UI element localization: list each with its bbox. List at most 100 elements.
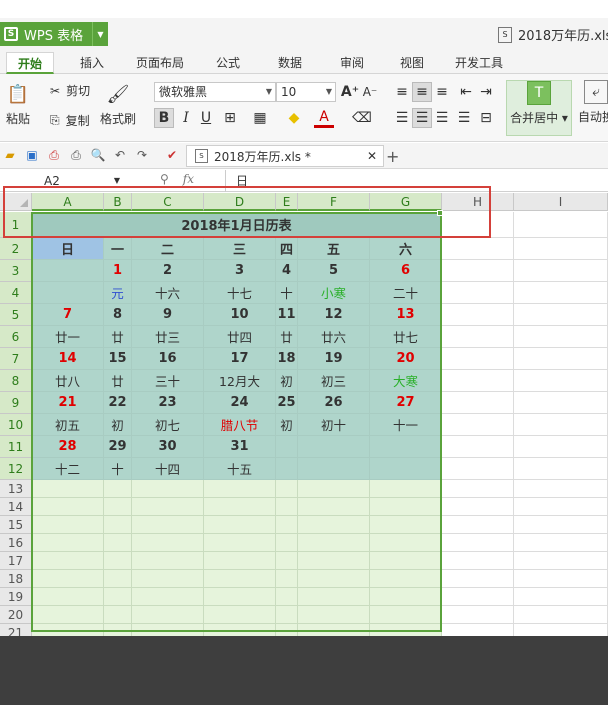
cell[interactable] <box>442 458 514 480</box>
cut-button[interactable]: ✂ 剪切 <box>50 82 90 99</box>
row-header-20[interactable]: 20 <box>0 606 32 624</box>
lunar-date-cell[interactable]: 廿四 <box>204 326 276 348</box>
cell[interactable] <box>204 588 276 606</box>
cell[interactable] <box>370 624 442 636</box>
cell[interactable] <box>298 534 370 552</box>
cell[interactable] <box>276 606 298 624</box>
calendar-day-cell[interactable]: 28 <box>32 436 104 458</box>
export-pdf-icon[interactable]: ⎙ <box>46 147 62 163</box>
cell[interactable] <box>442 534 514 552</box>
name-box[interactable]: A2 ▼ <box>0 172 122 190</box>
calendar-day-cell[interactable]: 29 <box>104 436 132 458</box>
cell[interactable] <box>276 552 298 570</box>
cell[interactable] <box>514 282 608 304</box>
lunar-date-cell[interactable]: 初 <box>104 414 132 436</box>
lunar-date-cell[interactable]: 12月大 <box>204 370 276 392</box>
cell[interactable] <box>32 516 104 534</box>
fill-pattern-icon[interactable]: ▦ <box>250 108 270 128</box>
cell[interactable] <box>514 212 608 238</box>
cell[interactable] <box>32 552 104 570</box>
spreadsheet-grid[interactable]: ABCDEFGHI 1 2 3 4 5 6 7 8 9 10 11 12 13 14 15 16 17 18 19 2… <box>0 193 608 636</box>
cell[interactable] <box>442 304 514 326</box>
cell[interactable] <box>298 624 370 636</box>
lunar-date-cell[interactable]: 元 <box>104 282 132 304</box>
calendar-day-cell[interactable]: 19 <box>298 348 370 370</box>
cell[interactable] <box>132 624 204 636</box>
cell[interactable] <box>276 624 298 636</box>
weekday-header[interactable]: 六 <box>370 238 442 260</box>
row-header-3[interactable]: 3 <box>0 260 32 282</box>
cell[interactable] <box>442 260 514 282</box>
calendar-day-cell[interactable]: 13 <box>370 304 442 326</box>
calendar-day-cell[interactable]: 26 <box>298 392 370 414</box>
weekday-header[interactable]: 三 <box>204 238 276 260</box>
tab-insert[interactable]: 插入 <box>70 52 114 74</box>
cell[interactable] <box>32 588 104 606</box>
cell[interactable] <box>514 552 608 570</box>
cell[interactable] <box>514 624 608 636</box>
row-header-8[interactable]: 8 <box>0 370 32 392</box>
italic-icon[interactable]: I <box>176 108 196 128</box>
new-tab-icon[interactable]: + <box>386 147 399 166</box>
cell[interactable] <box>298 606 370 624</box>
customize-icon[interactable]: ✔ <box>164 147 180 163</box>
cell[interactable] <box>442 370 514 392</box>
calendar-day-cell[interactable]: 18 <box>276 348 298 370</box>
undo-icon[interactable]: ↶ <box>112 147 128 163</box>
calendar-day-cell[interactable]: 5 <box>298 260 370 282</box>
align-top-icon[interactable]: ≡ <box>392 82 412 102</box>
cell[interactable] <box>442 392 514 414</box>
cell[interactable] <box>104 516 132 534</box>
indent-increase-icon[interactable]: ⇥ <box>476 82 496 102</box>
lunar-date-cell[interactable]: 十六 <box>132 282 204 304</box>
calendar-day-cell[interactable]: 30 <box>132 436 204 458</box>
calendar-day-cell[interactable]: 2 <box>132 260 204 282</box>
row-header-15[interactable]: 15 <box>0 516 32 534</box>
cell[interactable] <box>104 606 132 624</box>
cell[interactable] <box>514 570 608 588</box>
calendar-day-cell[interactable]: 16 <box>132 348 204 370</box>
cell[interactable] <box>32 480 104 498</box>
column-header-d[interactable]: D <box>204 193 276 211</box>
row-header-9[interactable]: 9 <box>0 392 32 414</box>
cell[interactable] <box>204 570 276 588</box>
calendar-title[interactable]: 2018年1月日历表 <box>32 212 441 238</box>
lunar-date-cell[interactable]: 初七 <box>132 414 204 436</box>
cell[interactable] <box>442 570 514 588</box>
row-header-14[interactable]: 14 <box>0 498 32 516</box>
cell[interactable] <box>514 534 608 552</box>
cell[interactable] <box>132 516 204 534</box>
cell[interactable] <box>370 552 442 570</box>
cell[interactable] <box>104 480 132 498</box>
calendar-day-cell[interactable] <box>32 260 104 282</box>
lunar-date-cell[interactable]: 初 <box>276 414 298 436</box>
cell[interactable] <box>32 534 104 552</box>
cell[interactable] <box>204 534 276 552</box>
clear-format-icon[interactable]: ⌫ <box>352 108 372 128</box>
align-left-icon[interactable]: ☰ <box>392 108 412 128</box>
cell[interactable] <box>442 588 514 606</box>
column-header-b[interactable]: B <box>104 193 132 211</box>
lunar-date-cell[interactable]: 十四 <box>132 458 204 480</box>
column-header-i[interactable]: I <box>514 193 608 211</box>
cell[interactable] <box>514 588 608 606</box>
tab-home[interactable]: 开始 <box>6 52 54 74</box>
cell[interactable] <box>442 436 514 458</box>
cell[interactable] <box>370 480 442 498</box>
calendar-day-cell[interactable]: 25 <box>276 392 298 414</box>
close-icon[interactable]: ✕ <box>367 149 377 163</box>
cell[interactable] <box>514 304 608 326</box>
cell[interactable] <box>514 370 608 392</box>
cell[interactable] <box>442 498 514 516</box>
row-header-18[interactable]: 18 <box>0 570 32 588</box>
row-header-13[interactable]: 13 <box>0 480 32 498</box>
cell[interactable] <box>298 480 370 498</box>
cell[interactable] <box>32 606 104 624</box>
open-folder-icon[interactable]: ▰ <box>2 147 18 163</box>
cell[interactable] <box>514 326 608 348</box>
cell[interactable] <box>514 238 608 260</box>
tab-data[interactable]: 数据 <box>268 52 312 74</box>
cell[interactable] <box>276 498 298 516</box>
row-header-4[interactable]: 4 <box>0 282 32 304</box>
font-color-icon[interactable]: A <box>314 108 334 128</box>
